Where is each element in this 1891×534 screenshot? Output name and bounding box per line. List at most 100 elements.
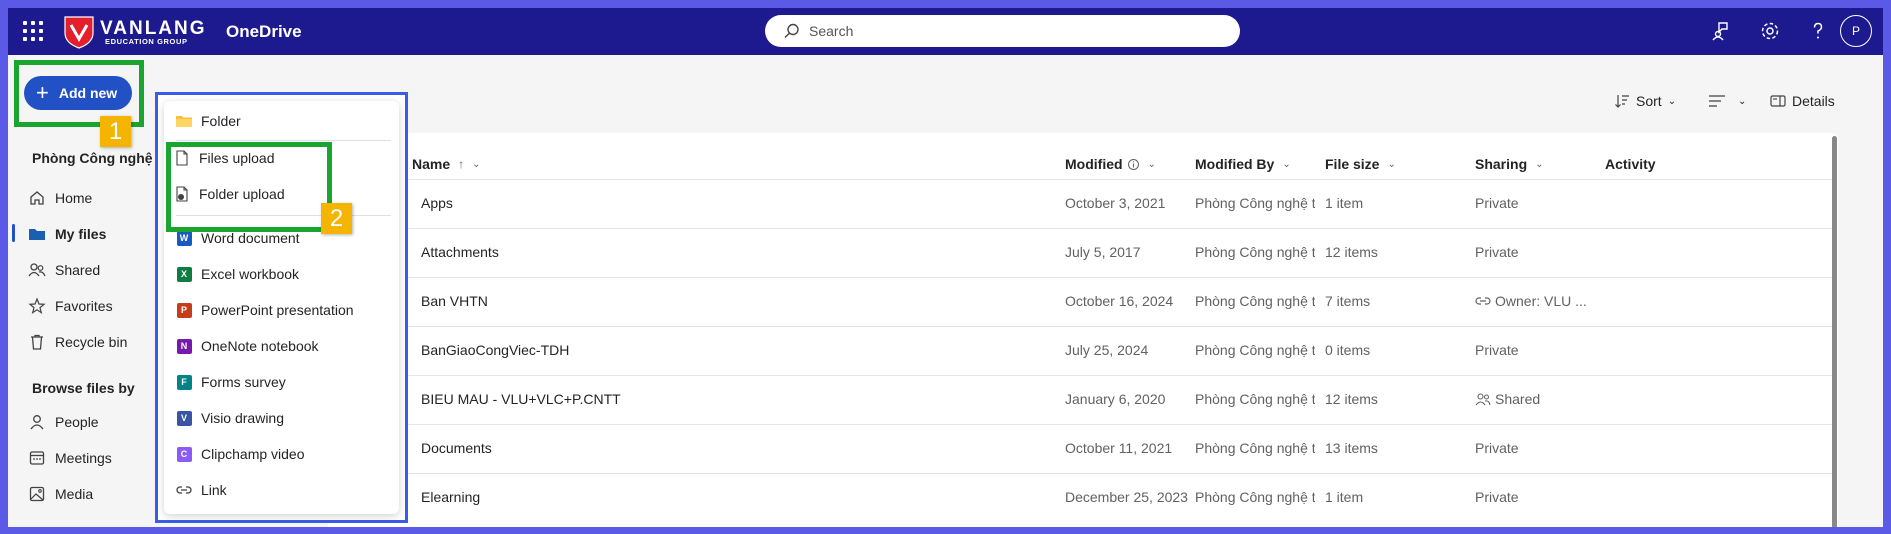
calendar-icon bbox=[29, 451, 45, 465]
image-icon bbox=[29, 486, 45, 502]
file-name[interactable]: Documents bbox=[421, 440, 651, 456]
app-launcher-icon[interactable] bbox=[23, 21, 43, 41]
onedrive-window: VANLANG EDUCATION GROUP OneDrive P + Add bbox=[8, 8, 1883, 527]
people-icon bbox=[28, 263, 46, 277]
modified-date: December 25, 2023 bbox=[1065, 489, 1188, 505]
menu-item-label: Folder bbox=[201, 113, 241, 129]
link-icon bbox=[176, 482, 192, 498]
sidebar-item-recycle-bin[interactable]: Recycle bin bbox=[28, 329, 127, 355]
table-row[interactable]: BIEU MAU - VLU+VLC+P.CNTT January 6, 202… bbox=[338, 375, 1833, 424]
file-name[interactable]: Apps bbox=[421, 195, 651, 211]
modified-date: July 5, 2017 bbox=[1065, 244, 1141, 260]
file-size: 7 items bbox=[1325, 293, 1371, 309]
sidebar-item-home[interactable]: Home bbox=[28, 185, 92, 211]
visio-icon: V bbox=[176, 410, 192, 426]
sidebar-item-label: Recycle bin bbox=[55, 334, 128, 350]
column-header-label: File size bbox=[1325, 156, 1380, 172]
sidebar-item-my-files[interactable]: My files bbox=[28, 221, 106, 247]
search-box[interactable] bbox=[765, 15, 1240, 47]
menu-item-visio-drawing[interactable]: V Visio drawing bbox=[176, 406, 284, 430]
table-row[interactable]: BanGiaoCongViec-TDH July 25, 2024 Phòng … bbox=[338, 326, 1833, 375]
sharing-status: Private bbox=[1475, 195, 1519, 211]
person-icon bbox=[30, 415, 44, 430]
menu-item-clipchamp-video[interactable]: C Clipchamp video bbox=[176, 442, 305, 466]
file-name[interactable]: Ban VHTN bbox=[421, 293, 651, 309]
menu-item-excel-workbook[interactable]: X Excel workbook bbox=[176, 262, 299, 286]
settings-icon[interactable] bbox=[1759, 20, 1781, 42]
menu-item-label: Word document bbox=[201, 230, 300, 246]
modified-by: Phòng Công nghệ t bbox=[1195, 244, 1315, 260]
modified-date: October 11, 2021 bbox=[1065, 440, 1173, 456]
file-name[interactable]: BanGiaoCongViec-TDH bbox=[421, 342, 651, 358]
column-header-modified[interactable]: Modified ⌄ bbox=[1065, 156, 1156, 172]
sidebar-item-label: Shared bbox=[55, 262, 101, 278]
vanlang-logo-icon[interactable] bbox=[63, 15, 95, 49]
column-header-activity[interactable]: Activity bbox=[1605, 156, 1656, 172]
sidebar-item-meetings[interactable]: Meetings bbox=[28, 445, 112, 471]
menu-item-onenote-notebook[interactable]: N OneNote notebook bbox=[176, 334, 319, 358]
menu-item-label: Visio drawing bbox=[201, 410, 285, 426]
table-row[interactable]: Apps October 3, 2021 Phòng Công nghệ t 1… bbox=[338, 179, 1833, 228]
menu-item-folder[interactable]: Folder bbox=[176, 109, 241, 133]
column-header-sharing[interactable]: Sharing ⌄ bbox=[1475, 156, 1544, 172]
sidebar-item-label: Meetings bbox=[55, 450, 112, 466]
help-icon[interactable] bbox=[1807, 20, 1829, 42]
table-row[interactable]: Documents October 11, 2021 Phòng Công ng… bbox=[338, 424, 1833, 473]
search-input[interactable] bbox=[809, 23, 1209, 39]
sidebar-item-label: Favorites bbox=[55, 298, 113, 314]
step-badge-2: 2 bbox=[321, 203, 352, 234]
file-name[interactable]: Attachments bbox=[421, 244, 651, 260]
chevron-down-icon: ⌄ bbox=[472, 158, 481, 170]
column-header-modified-by[interactable]: Modified By ⌄ bbox=[1195, 156, 1291, 172]
sidebar-item-shared[interactable]: Shared bbox=[28, 257, 100, 283]
avatar[interactable]: P bbox=[1840, 15, 1872, 47]
sharing-status[interactable]: Owner: VLU ... bbox=[1475, 293, 1605, 309]
sidebar-owner-heading: Phòng Công nghệ t bbox=[32, 150, 162, 166]
menu-item-powerpoint-presentation[interactable]: P PowerPoint presentation bbox=[176, 298, 354, 322]
search-icon bbox=[784, 23, 799, 38]
sidebar-item-label: Home bbox=[55, 190, 93, 206]
sharing-status: Private bbox=[1475, 244, 1519, 260]
file-size: 0 items bbox=[1325, 342, 1371, 358]
modified-by: Phòng Công nghệ t bbox=[1195, 342, 1315, 358]
browse-files-heading: Browse files by bbox=[32, 380, 135, 396]
file-name[interactable]: BIEU MAU - VLU+VLC+P.CNTT bbox=[421, 391, 651, 407]
view-options-button[interactable]: ⌄ bbox=[1708, 93, 1746, 109]
column-header-name[interactable]: Name ↑ ⌄ bbox=[412, 156, 481, 172]
file-name[interactable]: Elearning bbox=[421, 489, 651, 505]
menu-item-label: Excel workbook bbox=[201, 266, 300, 282]
sidebar-item-people[interactable]: People bbox=[28, 409, 99, 435]
table-row[interactable]: Elearning December 25, 2023 Phòng Công n… bbox=[338, 473, 1833, 522]
details-button[interactable]: Details bbox=[1770, 93, 1835, 109]
modified-by: Phòng Công nghệ t bbox=[1195, 391, 1315, 407]
sort-label: Sort bbox=[1636, 93, 1662, 109]
sort-button[interactable]: Sort ⌄ bbox=[1614, 93, 1676, 109]
file-size: 12 items bbox=[1325, 391, 1378, 407]
column-header-label: Sharing bbox=[1475, 156, 1528, 172]
sharing-status: Private bbox=[1475, 489, 1519, 505]
menu-item-forms-survey[interactable]: F Forms survey bbox=[176, 370, 286, 394]
column-header-label: Activity bbox=[1605, 156, 1656, 172]
feedback-icon[interactable] bbox=[1711, 20, 1733, 42]
sidebar-item-media[interactable]: Media bbox=[28, 481, 93, 507]
info-icon bbox=[1127, 158, 1139, 170]
details-pane-icon bbox=[1770, 95, 1786, 107]
file-size: 12 items bbox=[1325, 244, 1378, 260]
chevron-down-icon: ⌄ bbox=[1147, 158, 1156, 170]
app-title[interactable]: OneDrive bbox=[226, 22, 302, 42]
clipchamp-icon: C bbox=[176, 446, 192, 462]
sort-icon bbox=[1615, 95, 1629, 108]
details-label: Details bbox=[1792, 93, 1835, 109]
column-header-file-size[interactable]: File size ⌄ bbox=[1325, 156, 1396, 172]
sidebar-item-label: My files bbox=[55, 226, 107, 242]
menu-item-label: PowerPoint presentation bbox=[201, 302, 354, 318]
menu-item-link[interactable]: Link bbox=[176, 478, 227, 502]
sharing-label: Shared bbox=[1495, 391, 1541, 407]
people-icon bbox=[1475, 393, 1491, 406]
table-row[interactable]: Attachments July 5, 2017 Phòng Công nghệ… bbox=[338, 228, 1833, 277]
table-row[interactable]: Ban VHTN October 16, 2024 Phòng Công ngh… bbox=[338, 277, 1833, 326]
sharing-status[interactable]: Shared bbox=[1475, 391, 1595, 407]
scrollbar[interactable] bbox=[1832, 136, 1837, 527]
column-header-label: Name bbox=[412, 156, 451, 172]
sidebar-item-favorites[interactable]: Favorites bbox=[28, 293, 113, 319]
